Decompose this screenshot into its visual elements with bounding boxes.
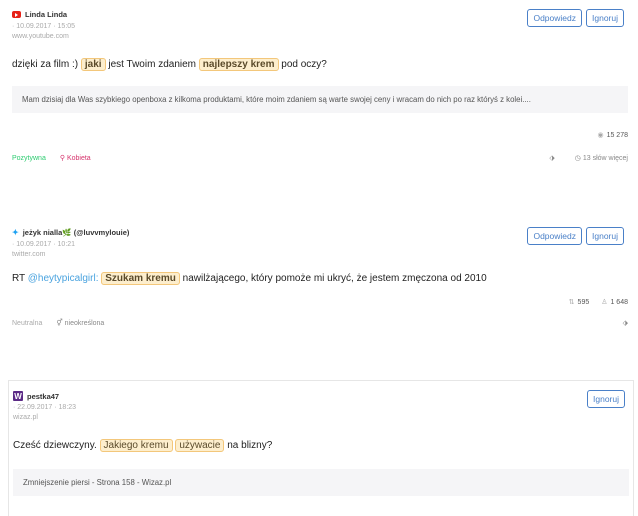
mention-header: Linda Linda · 10.09.2017 · 15:05 www.you…	[8, 0, 632, 44]
twitter-icon: ✦	[12, 228, 19, 237]
mention-source[interactable]: www.youtube.com	[12, 32, 75, 42]
sentiment-label[interactable]: Pozytywna	[12, 155, 46, 162]
location-pin-icon: ⚲	[59, 155, 67, 162]
reply-button[interactable]: Odpowiedz	[527, 227, 582, 245]
ignore-button[interactable]: Ignoruj	[586, 9, 624, 27]
source-quote: Zmniejszenie piersi - Strona 158 - Wizaz…	[13, 469, 629, 496]
person-icon: ♙	[601, 299, 608, 306]
mention-meta: · 10.09.2017 · 10:21 twitter.com	[12, 241, 76, 260]
more-words[interactable]: ◷ 13 słów więcej	[575, 154, 628, 162]
keyword-highlight: Jakiego kremu	[99, 439, 173, 452]
mention-stats: ◉ 15 278	[8, 131, 632, 139]
eye-icon: ◉	[597, 132, 604, 139]
text-fragment: Cześć dziewczyny.	[13, 440, 100, 451]
mention-source[interactable]: twitter.com	[12, 250, 75, 260]
followers-count: 1 648	[610, 299, 628, 306]
mention-date: 10.09.2017 · 10:21	[16, 241, 76, 248]
reply-button[interactable]: Odpowiedz	[527, 9, 582, 27]
tag-icon[interactable]: ⬗	[549, 154, 554, 162]
mention-stats: ⇅ 595 ♙ 1 648	[8, 298, 632, 306]
ignore-button[interactable]: Ignoruj	[586, 227, 624, 245]
retweet-icon: ⇅	[568, 299, 575, 306]
author[interactable]: W pestka47	[13, 391, 59, 401]
gender-text: nieokreślona	[64, 320, 105, 327]
gender-label[interactable]: ⚥ nieokreślona	[56, 319, 104, 327]
retweet-count: 595	[577, 299, 590, 306]
mention-meta: · 22.09.2017 · 18:23 wizaz.pl	[13, 404, 77, 423]
keyword-highlight: jaki	[80, 58, 106, 71]
mention-text: Cześć dziewczyny. Jakiego kremu używacie…	[9, 437, 633, 455]
views-count: 15 278	[606, 132, 628, 139]
more-words-text: 13 słów więcej	[582, 155, 628, 162]
author-name[interactable]: pestka47	[27, 392, 59, 401]
youtube-icon	[12, 11, 21, 18]
clock-icon: ◷	[574, 155, 583, 162]
tag-icon[interactable]: ⬗	[623, 319, 628, 327]
mention-text: dzięki za film :) jaki jest Twoim zdanie…	[8, 56, 632, 74]
text-fragment: jest Twoim zdaniem	[105, 59, 199, 70]
sentiment-label[interactable]: Neutralna	[12, 320, 42, 327]
gender-text: Kobieta	[66, 155, 91, 162]
author[interactable]: Linda Linda	[12, 10, 67, 19]
ignore-button[interactable]: Ignoruj	[587, 390, 625, 408]
text-fragment: RT	[12, 273, 28, 284]
text-fragment: na blizny?	[224, 440, 273, 451]
mention-card: Linda Linda · 10.09.2017 · 15:05 www.you…	[8, 0, 632, 162]
keyword-highlight: używacie	[175, 439, 225, 452]
mention-footer: Pozytywna ⚲ Kobieta ⬗ ◷ 13 słów więcej	[8, 154, 632, 163]
author-name[interactable]: Linda Linda	[25, 10, 67, 19]
keyword-highlight: najlepszy krem	[198, 58, 279, 71]
mention-meta: · 10.09.2017 · 15:05 www.youtube.com	[12, 23, 76, 42]
mention-source[interactable]: wizaz.pl	[13, 413, 76, 423]
mention-header: W pestka47 · 22.09.2017 · 18:23 wizaz.pl…	[9, 381, 633, 425]
mention-text: RT @heytypicalgirl: Szukam kremu nawilża…	[8, 270, 632, 288]
mention-date: 10.09.2017 · 15:05	[16, 23, 76, 30]
keyword-highlight: Szukam kremu	[101, 272, 180, 285]
mention-header: ✦ jeżyk nialla🌿 (@luvvmylouie) · 10.09.2…	[8, 218, 632, 262]
wizaz-logo-icon: W	[13, 391, 23, 401]
mention-card: W pestka47 · 22.09.2017 · 18:23 wizaz.pl…	[8, 380, 634, 516]
gender-label[interactable]: ⚲ Kobieta	[60, 154, 91, 162]
author[interactable]: ✦ jeżyk nialla🌿 (@luvvmylouie)	[12, 228, 129, 237]
text-fragment: dzięki za film :)	[12, 59, 81, 70]
mention-footer: Neutralna ⚥ nieokreślona ⬗	[8, 319, 632, 328]
text-fragment: nawilżającego, który pomoże mi ukryć, że…	[179, 273, 487, 284]
author-name[interactable]: jeżyk nialla🌿 (@luvvmylouie)	[23, 228, 130, 237]
mention-card: ✦ jeżyk nialla🌿 (@luvvmylouie) · 10.09.2…	[8, 218, 632, 327]
user-mention-link[interactable]: @heytypicalgirl:	[28, 273, 99, 284]
mention-date: 22.09.2017 · 18:23	[17, 404, 77, 411]
text-fragment: pod oczy?	[278, 59, 327, 70]
source-quote: Mam dzisiaj dla Was szybkiego openboxa z…	[12, 86, 628, 113]
gender-neutral-icon: ⚥	[56, 320, 65, 327]
